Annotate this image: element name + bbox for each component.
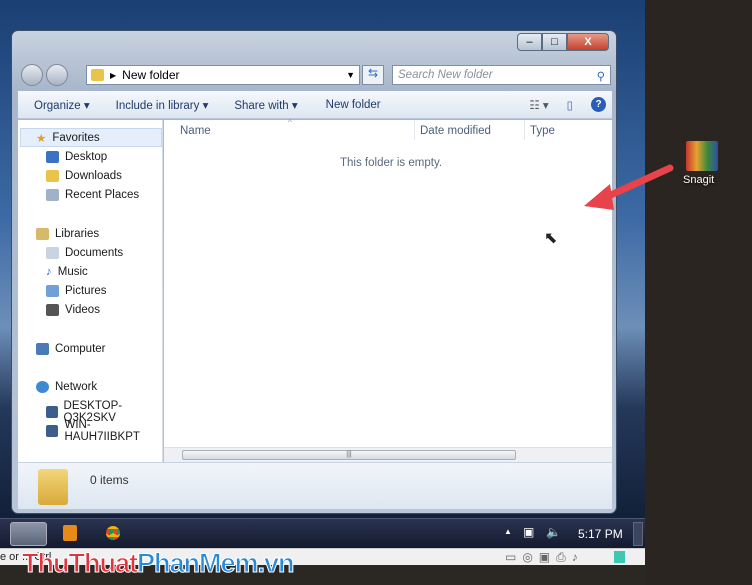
new-folder-button[interactable]: New folder <box>326 99 381 111</box>
details-pane: 0 items <box>18 462 612 509</box>
nav-downloads[interactable]: Downloads <box>46 170 122 182</box>
computer-icon <box>46 425 59 437</box>
explorer-window: – □ X ▶ New folder ▼ ⇆ Search New folder… <box>11 30 617 514</box>
show-hidden-icons[interactable]: ▲ <box>504 527 512 536</box>
nav-videos[interactable]: Videos <box>46 304 100 316</box>
computer-icon <box>46 406 58 418</box>
folder-icon <box>38 469 68 505</box>
nav-label: Computer <box>55 343 106 355</box>
network-tray-icon[interactable]: ▣ <box>523 525 534 539</box>
videos-icon <box>46 304 59 316</box>
libraries-icon <box>36 228 49 240</box>
address-text: New folder <box>122 68 180 82</box>
clock[interactable]: 5:17 PM <box>578 527 623 541</box>
show-desktop-button[interactable] <box>633 522 643 546</box>
drag-cursor-icon: ⬉ <box>544 230 558 247</box>
nav-label: Favorites <box>52 132 100 144</box>
horizontal-scrollbar[interactable]: ||| <box>164 447 612 462</box>
nav-label: Desktop <box>65 151 108 163</box>
nav-network-pc[interactable]: WIN-HAUH7IIBKPT <box>46 419 162 443</box>
winrar-icon[interactable] <box>686 141 718 171</box>
nav-label: Downloads <box>65 170 122 182</box>
nav-label: Network <box>55 381 98 393</box>
nav-documents[interactable]: Documents <box>46 247 123 259</box>
downloads-icon <box>46 170 59 182</box>
nav-label: Recent Places <box>65 189 140 201</box>
taskbar: ▲ ▣ 🔈 5:17 PM <box>0 518 645 548</box>
watermark: ThuThuatPhanMem.vn <box>22 548 296 579</box>
nav-pictures[interactable]: Pictures <box>46 285 107 297</box>
preview-pane-icon[interactable]: ▯ <box>567 98 573 112</box>
forward-button[interactable] <box>46 64 68 86</box>
empty-folder-message: This folder is empty. <box>340 157 443 169</box>
folder-icon <box>91 69 104 81</box>
volume-tray-icon[interactable]: 🔈 <box>546 525 561 539</box>
organize-button[interactable]: Organize ▾ <box>34 98 90 112</box>
maximize-button[interactable]: □ <box>542 33 567 51</box>
star-icon: ★ <box>36 133 47 145</box>
nav-label: Libraries <box>55 228 100 240</box>
column-header-type[interactable]: Type <box>530 125 555 137</box>
pictures-icon <box>46 285 59 297</box>
computer-icon <box>36 343 49 355</box>
refresh-button[interactable]: ⇆ <box>362 65 384 85</box>
breadcrumb-arrow-icon: ▶ <box>110 70 117 80</box>
taskbar-media-player-icon[interactable] <box>63 525 77 541</box>
vm-device-icons[interactable]: ▭◎▣⎙♪ <box>505 550 584 565</box>
host-desktop <box>645 0 752 585</box>
include-in-library-button[interactable]: Include in library ▾ <box>116 98 209 112</box>
view-options-icon[interactable]: ☷ ▾ <box>529 98 548 112</box>
nav-favorites[interactable]: ★ Favorites <box>36 131 100 145</box>
command-bar: Organize ▾ Include in library ▾ Share wi… <box>18 91 612 119</box>
search-placeholder: Search New folder <box>398 69 493 81</box>
nav-desktop[interactable]: Desktop <box>46 151 107 163</box>
column-header-date[interactable]: Date modified <box>420 125 491 137</box>
nav-label: WIN-HAUH7IIBKPT <box>64 419 140 443</box>
sort-arrow-icon: ^ <box>288 118 292 127</box>
nav-network[interactable]: Network <box>36 381 97 393</box>
nav-label: Documents <box>65 247 124 259</box>
arrow-annotation <box>584 164 674 210</box>
music-icon: ♪ <box>46 266 52 278</box>
recent-places-icon <box>46 189 59 201</box>
minimize-button[interactable]: – <box>517 33 542 51</box>
search-input[interactable]: Search New folder ⚲ <box>392 65 611 85</box>
nav-music[interactable]: ♪ Music <box>46 266 88 278</box>
desktop-icon-label[interactable]: Snagit <box>683 174 714 186</box>
vm-notes-icon[interactable] <box>614 551 625 563</box>
scrollbar-thumb[interactable]: ||| <box>182 450 516 460</box>
file-list[interactable]: Name ^ Date modified Type This folder is… <box>164 118 612 462</box>
back-button[interactable] <box>21 64 43 86</box>
item-count: 0 items <box>90 473 129 487</box>
close-button[interactable]: X <box>567 33 609 51</box>
address-bar[interactable]: ▶ New folder ▼ <box>86 65 360 85</box>
nav-label: Pictures <box>65 285 107 297</box>
navigation-pane: ★ Favorites Desktop Downloads Recent Plac… <box>18 120 163 462</box>
share-with-button[interactable]: Share with ▾ <box>234 98 297 112</box>
taskbar-chrome-icon[interactable] <box>106 526 120 540</box>
taskbar-explorer-button[interactable] <box>10 522 47 546</box>
search-icon: ⚲ <box>596 71 605 83</box>
nav-label: Music <box>57 266 88 278</box>
desktop-icon <box>46 151 59 163</box>
chevron-down-icon[interactable]: ▼ <box>346 70 355 80</box>
nav-label: Videos <box>65 304 100 316</box>
nav-libraries[interactable]: Libraries <box>36 228 99 240</box>
nav-recent-places[interactable]: Recent Places <box>46 189 139 201</box>
documents-icon <box>46 247 59 259</box>
network-icon <box>36 381 49 393</box>
help-icon[interactable]: ? <box>591 97 606 112</box>
column-header-name[interactable]: Name <box>180 125 211 137</box>
nav-computer[interactable]: Computer <box>36 343 106 355</box>
